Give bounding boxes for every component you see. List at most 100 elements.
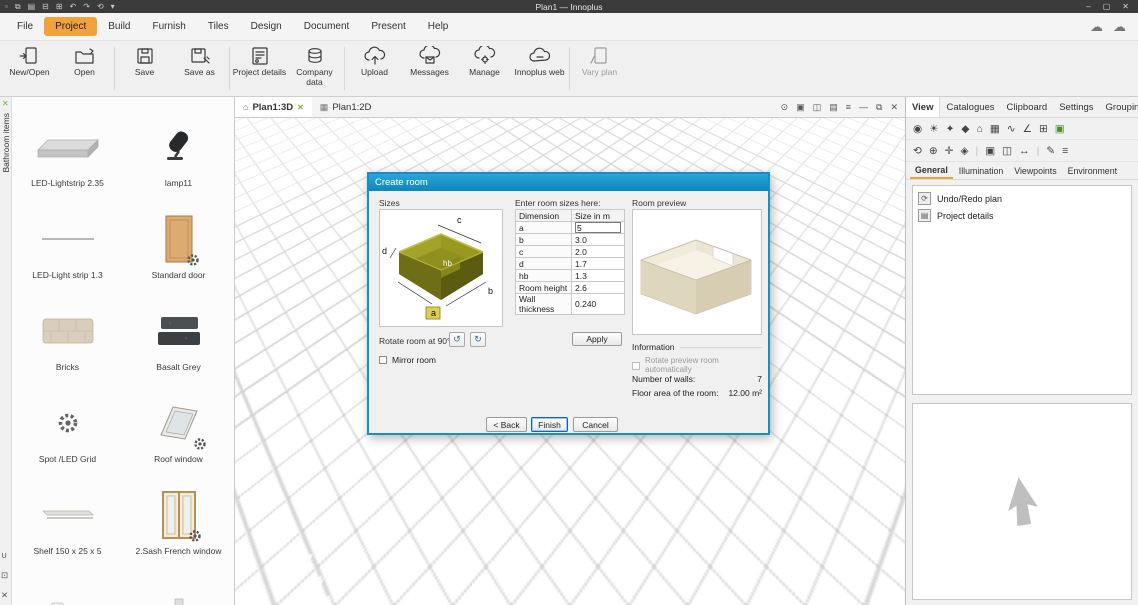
catalog-item-roof-window[interactable]: Roof window <box>123 379 234 471</box>
minimize-button[interactable]: – <box>1086 2 1090 11</box>
cloud-sync-icon[interactable]: ☁ <box>1090 19 1103 35</box>
save-plan-icon[interactable]: ▤ <box>28 2 36 12</box>
subtab-viewpoints[interactable]: Viewpoints <box>1009 164 1061 178</box>
menu-file[interactable]: File <box>6 17 44 36</box>
subtab-environment[interactable]: Environment <box>1063 164 1122 178</box>
split-view-icon[interactable]: ◫ <box>813 102 822 113</box>
catalog-item-led-lightstrip[interactable]: LED-Lightstrip 2.35 <box>12 103 123 195</box>
sidebar-tab-bathroom-items[interactable]: Bathroom items <box>1 113 11 173</box>
back-button[interactable]: < Back <box>486 417 527 432</box>
menu-design[interactable]: Design <box>240 17 293 36</box>
menu-build[interactable]: Build <box>97 17 141 36</box>
close-button[interactable]: ✕ <box>1122 2 1129 11</box>
render-icon[interactable]: ◉ <box>913 123 922 135</box>
sun-icon[interactable]: ☀ <box>929 123 938 135</box>
zoom-icon[interactable]: ⊕ <box>929 145 938 157</box>
room-preview-pane[interactable] <box>632 209 762 335</box>
tab-clipboard[interactable]: Clipboard <box>1001 97 1054 117</box>
magnet-icon[interactable]: ∪ <box>1 550 8 561</box>
val-room-height[interactable]: 2.6 <box>572 282 625 294</box>
tab-view[interactable]: View <box>906 97 940 117</box>
print-icon[interactable]: ⊟ <box>42 2 49 12</box>
menu-project[interactable]: Project <box>44 17 97 36</box>
tab-plan1-3d[interactable]: ⌂ Plan1:3D ✕ <box>235 97 312 117</box>
mirror-room-checkbox[interactable] <box>379 356 387 364</box>
auto-rotate-checkbox[interactable] <box>632 362 640 370</box>
open-plan-icon[interactable]: ⧉ <box>15 2 21 12</box>
tab-catalogues[interactable]: Catalogues <box>940 97 1000 117</box>
grid-toggle-icon[interactable]: ▦ <box>990 123 1000 135</box>
materials-icon[interactable]: ◆ <box>961 123 969 135</box>
catalog-item-shelf[interactable]: Shelf 150 x 25 x 5 <box>12 471 123 563</box>
menu-tiles[interactable]: Tiles <box>197 17 240 36</box>
val-b[interactable]: 3.0 <box>572 234 625 246</box>
effects-icon[interactable]: ✦ <box>946 123 955 135</box>
catalog-item-bricks[interactable]: Bricks <box>12 287 123 379</box>
redo-icon[interactable]: ↷ <box>83 2 90 12</box>
rotate-ccw-button[interactable]: ↺ <box>449 332 465 347</box>
frame-select-icon[interactable]: ⊡ <box>1 570 8 581</box>
catalog-item-french-window[interactable]: 2.Sash French window <box>123 471 234 563</box>
catalog-item-bottle[interactable] <box>123 563 234 605</box>
dimension-a-input[interactable] <box>575 222 621 233</box>
curve-icon[interactable]: ∿ <box>1007 123 1016 135</box>
list-item-project-details[interactable]: ▤ Project details <box>916 207 1128 224</box>
open-button[interactable]: Open <box>57 41 112 96</box>
minimize-view-icon[interactable]: — <box>859 102 868 113</box>
edit-icon[interactable]: ✎ <box>1046 145 1055 157</box>
maximize-button[interactable]: ▢ <box>1103 2 1111 11</box>
dimension-grid-icon[interactable]: ⊞ <box>1039 123 1048 135</box>
tab-plan1-2d[interactable]: ▦ Plan1:2D <box>312 97 380 117</box>
clear-icon[interactable]: ✕ <box>1 590 8 601</box>
catalog-item-vases[interactable] <box>12 563 123 605</box>
finish-button[interactable]: Finish <box>531 417 568 432</box>
catalog-item-basalt-grey[interactable]: Basalt Grey <box>123 287 234 379</box>
dialog-titlebar[interactable]: Create room <box>369 174 768 191</box>
tab-settings[interactable]: Settings <box>1053 97 1099 117</box>
select-view-icon[interactable]: ◈ <box>960 145 968 157</box>
new-open-button[interactable]: New/Open <box>2 41 57 96</box>
save-as-button[interactable]: Save as <box>172 41 227 96</box>
messages-button[interactable]: Messages <box>402 41 457 96</box>
visibility-icon[interactable]: ⊙ <box>781 102 789 113</box>
measure-icon[interactable]: ↔ <box>1019 145 1030 157</box>
list-item-undo-redo-plan[interactable]: ⟳ Undo/Redo plan <box>916 190 1128 207</box>
restore-view-icon[interactable]: ⧉ <box>876 102 882 113</box>
catalog-item-led-light-strip[interactable]: LED-Light strip 1.3 <box>12 195 123 287</box>
menu-document[interactable]: Document <box>293 17 361 36</box>
color-swatch-icon[interactable]: ▣ <box>1055 123 1065 135</box>
add-view-icon[interactable]: ✛ <box>945 145 954 157</box>
manage-button[interactable]: Manage <box>457 41 512 96</box>
catalog-item-lamp11[interactable]: lamp11 <box>123 103 234 195</box>
upload-button[interactable]: Upload <box>347 41 402 96</box>
tab-close-icon[interactable]: ✕ <box>297 103 304 112</box>
export-icon[interactable]: ⊞ <box>56 2 63 12</box>
undo-icon[interactable]: ↶ <box>70 2 77 12</box>
innoplus-web-button[interactable]: Innoplus web <box>512 41 567 96</box>
dropdown-icon[interactable]: ▾ <box>111 2 115 12</box>
list-view-icon[interactable]: ≡ <box>846 102 851 113</box>
cloud-account-icon[interactable]: ☁ <box>1113 19 1126 35</box>
subtab-illumination[interactable]: Illumination <box>954 164 1009 178</box>
quad-view-icon[interactable]: ▤ <box>829 102 838 113</box>
catalog-item-standard-door[interactable]: Standard door <box>123 195 234 287</box>
refresh-view-icon[interactable]: ⟲ <box>913 145 922 157</box>
company-data-button[interactable]: Company data <box>287 41 342 96</box>
val-c[interactable]: 2.0 <box>572 246 625 258</box>
close-view-icon[interactable]: ✕ <box>890 102 898 113</box>
tab-grouping[interactable]: Grouping <box>1100 97 1138 117</box>
catalog-item-spot-led-grid[interactable]: Spot /LED Grid <box>12 379 123 471</box>
single-view-icon[interactable]: ▣ <box>796 102 805 113</box>
save-button[interactable]: Save <box>117 41 172 96</box>
val-wall-thickness[interactable]: 0.240 <box>572 294 625 315</box>
menu-help[interactable]: Help <box>417 17 460 36</box>
new-plan-icon[interactable]: ▫ <box>5 2 8 12</box>
project-details-button[interactable]: Project details <box>232 41 287 96</box>
menu-present[interactable]: Present <box>360 17 416 36</box>
val-d[interactable]: 1.7 <box>572 258 625 270</box>
rotate-cw-button[interactable]: ↻ <box>470 332 486 347</box>
cancel-button[interactable]: Cancel <box>573 417 618 432</box>
apply-button[interactable]: Apply <box>572 332 622 346</box>
subtab-general[interactable]: General <box>910 163 953 179</box>
angle-icon[interactable]: ∠ <box>1023 123 1032 135</box>
